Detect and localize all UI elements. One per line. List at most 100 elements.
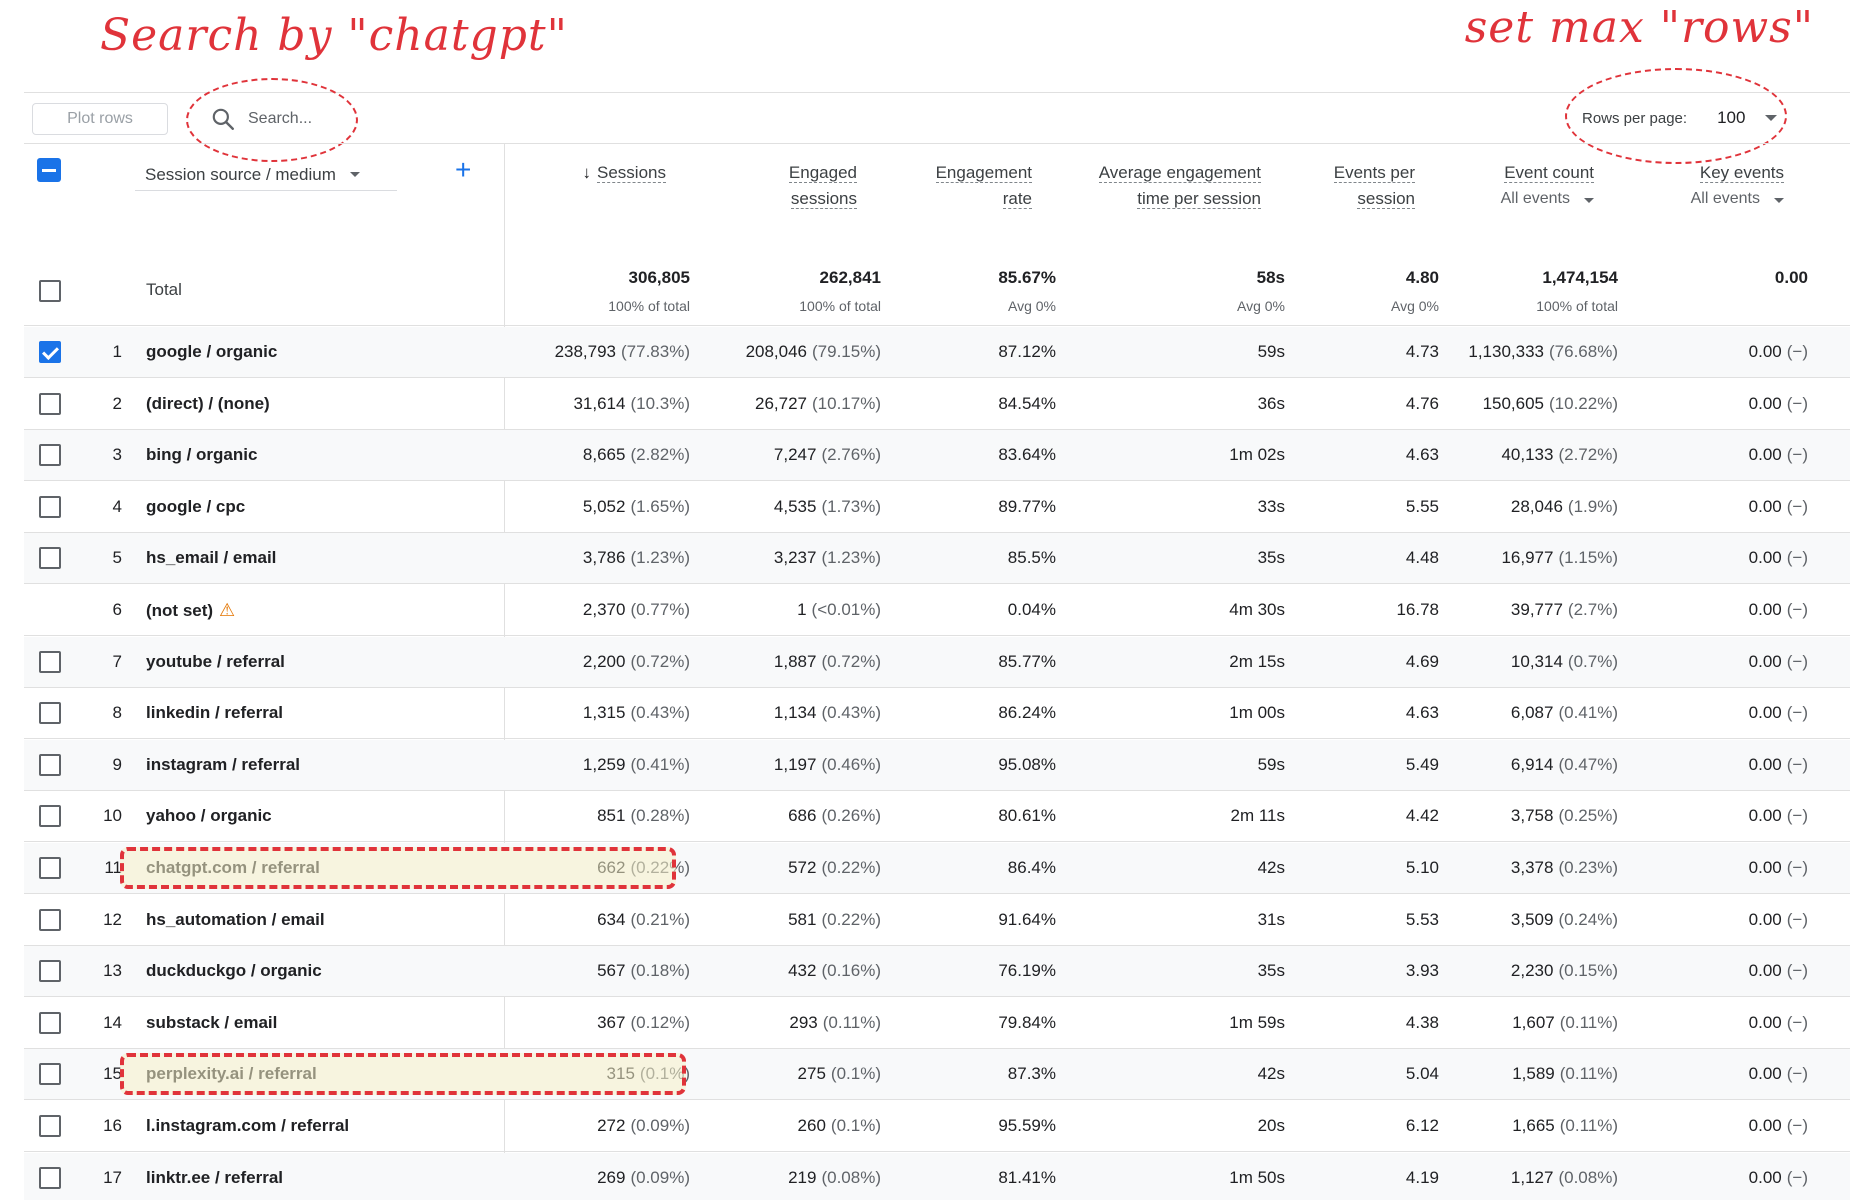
metric-value: 83.64%	[998, 445, 1056, 465]
row-metric-k: 0.00 (−)	[1749, 548, 1808, 568]
table-row[interactable]: 9 instagram / referral 1,259 (0.41%) 1,197 (0…	[24, 739, 1850, 791]
row-metric-eps: 4.63	[1406, 703, 1439, 723]
annotation-highlight-box	[120, 1053, 686, 1096]
dimension-selector[interactable]: Session source / medium	[135, 159, 397, 191]
metric-percent: (−)	[1786, 1116, 1808, 1135]
row-dimension-value[interactable]: hs_automation / email	[146, 910, 325, 930]
metric-value: 269	[597, 1167, 626, 1187]
table-row[interactable]: 4 google / cpc 5,052 (1.65%) 4,535 (1.73%) 89.…	[24, 482, 1850, 533]
plot-rows-button[interactable]: Plot rows	[32, 103, 168, 135]
row-metric-e: 572 (0.22%)	[788, 858, 881, 878]
table-row[interactable]: 6 (not set) ⚠ 2,370 (0.77%) 1 (<0.01%) 0.04% 4m …	[24, 585, 1850, 636]
header-divider	[24, 143, 1850, 144]
row-metric-r: 86.24%	[998, 703, 1056, 723]
warning-icon[interactable]: ⚠	[219, 600, 235, 621]
row-metric-e: 3,237 (1.23%)	[774, 548, 881, 568]
column-header-events-per-session[interactable]: Events per session	[1333, 160, 1415, 212]
annotation-search-ellipse	[186, 78, 358, 162]
table-row[interactable]: 17 linktr.ee / referral 269 (0.09%) 219 (0.08…	[24, 1152, 1850, 1200]
row-checkbox[interactable]	[39, 753, 61, 776]
table-row[interactable]: 13 duckduckgo / organic 567 (0.18%) 432 (0.16…	[24, 946, 1850, 998]
table-row[interactable]: 12 hs_automation / email 634 (0.21%) 581 (0.2…	[24, 895, 1850, 946]
column-header-key-events[interactable]: Key events All events	[1691, 160, 1784, 212]
row-checkbox[interactable]	[39, 495, 61, 518]
row-metric-s: 367 (0.12%)	[597, 1013, 690, 1033]
column-header-engaged-sessions[interactable]: Engaged sessions	[788, 160, 857, 212]
row-index: 14	[103, 1012, 122, 1032]
column-header-engagement-rate[interactable]: Engagement rate	[935, 160, 1032, 212]
metric-value: 1m 02s	[1229, 445, 1285, 465]
column-header-sessions[interactable]: ↓ Sessions	[583, 160, 666, 186]
row-dimension-value[interactable]: l.instagram.com / referral	[146, 1116, 349, 1136]
metric-value: 0.00	[1748, 393, 1782, 413]
row-dimension-value[interactable]: hs_email / email	[146, 548, 276, 568]
row-dimension-value[interactable]: bing / organic	[146, 445, 257, 465]
table-row[interactable]: 1 google / organic 238,793 (77.83%) 208,046(…	[24, 327, 1850, 378]
row-checkbox[interactable]	[39, 1166, 61, 1189]
row-dimension-value[interactable]: duckduckgo / organic	[146, 961, 322, 981]
row-checkbox[interactable]	[39, 650, 61, 673]
metric-value: 0.00	[1748, 1167, 1782, 1187]
totals-checkbox[interactable]	[39, 280, 61, 302]
row-checkbox[interactable]	[39, 702, 61, 725]
table-row[interactable]: 16 l.instagram.com / referral 272 (0.09%) 26…	[24, 1101, 1850, 1152]
metric-value: 5.10	[1405, 858, 1439, 877]
row-checkbox[interactable]	[39, 1063, 61, 1086]
row-metric-ev: 28,046 (1.9%)	[1511, 497, 1618, 517]
table-row[interactable]: 8 linkedin / referral 1,315 (0.43%) 1,134 (0.…	[24, 688, 1850, 740]
row-metric-e: 581 (0.22%)	[788, 910, 881, 930]
metric-value: 1,607	[1512, 1012, 1555, 1032]
row-checkbox[interactable]	[39, 392, 61, 415]
row-metric-k: 0.00 (−)	[1749, 600, 1808, 620]
row-checkbox[interactable]	[39, 857, 61, 879]
metric-percent: (0.22%)	[821, 909, 881, 929]
metric-value: 4,535	[773, 496, 817, 516]
metric-percent: (−)	[1786, 600, 1808, 619]
metric-value: 26,727	[755, 393, 808, 413]
row-dimension-value[interactable]: google / cpc	[146, 497, 245, 517]
row-metric-r: 76.19%	[998, 961, 1056, 981]
select-all-checkbox[interactable]	[37, 158, 61, 182]
metric-value: 81.41%	[998, 1167, 1056, 1187]
row-checkbox[interactable]	[39, 444, 61, 467]
row-checkbox[interactable]	[39, 908, 61, 931]
metric-value: 3,378	[1510, 858, 1554, 877]
row-checkbox[interactable]	[39, 805, 61, 828]
row-dimension-value[interactable]: youtube / referral	[146, 652, 285, 672]
metric-value: 5.49	[1405, 754, 1439, 774]
table-row[interactable]: 2 (direct) / (none) 31,614 (10.3%) 26,727 (10…	[24, 379, 1850, 430]
table-row[interactable]: 10 yahoo / organic 851 (0.28%) 686 (0.26%) 80.…	[24, 791, 1850, 843]
row-checkbox[interactable]	[39, 547, 61, 570]
table-row[interactable]: 5 hs_email / email 3,786 (1.23%) 3,237 (1.23%…	[24, 533, 1850, 585]
column-header-avg-engagement-time[interactable]: Average engagement time per session	[1098, 160, 1261, 212]
row-dimension-value[interactable]: (not set) ⚠	[146, 600, 235, 621]
metric-percent: (−)	[1786, 909, 1808, 929]
metric-value: 5.53	[1405, 909, 1439, 929]
chevron-down-icon[interactable]	[1774, 198, 1784, 203]
row-dimension-value[interactable]: instagram / referral	[146, 755, 300, 775]
row-metric-e: 686 (0.26%)	[788, 806, 881, 826]
row-checkbox[interactable]	[39, 1011, 61, 1034]
row-dimension-value[interactable]: linktr.ee / referral	[146, 1168, 283, 1188]
chevron-down-icon[interactable]	[1584, 198, 1594, 203]
table-row[interactable]: 14 substack / email 367 (0.12%) 293 (0.11%) 79…	[24, 998, 1850, 1049]
metric-value: 1,259	[582, 754, 626, 774]
row-dimension-value[interactable]: linkedin / referral	[146, 703, 283, 723]
row-checkbox[interactable]	[39, 960, 61, 983]
metric-value: 4.76	[1405, 393, 1439, 413]
row-dimension-value[interactable]: substack / email	[146, 1013, 277, 1033]
row-dimension-value[interactable]: yahoo / organic	[146, 806, 272, 826]
column-header-event-count[interactable]: Event count All events	[1501, 160, 1594, 212]
row-dimension-text: (not set)	[146, 601, 214, 620]
row-dimension-value[interactable]: (direct) / (none)	[146, 394, 270, 414]
row-metric-r: 86.4%	[1008, 858, 1056, 878]
table-row[interactable]: 3 bing / organic 8,665 (2.82%) 7,247 (2.76%) 8…	[24, 430, 1850, 482]
row-metric-t: 1m 02s	[1229, 445, 1285, 465]
row-checkbox[interactable]	[39, 341, 61, 363]
table-row[interactable]: 7 youtube / referral 2,200 (0.72%) 1,887 (0.7…	[24, 636, 1850, 688]
row-metric-r: 87.3%	[1008, 1064, 1056, 1084]
row-checkbox[interactable]	[39, 1115, 61, 1137]
add-dimension-button[interactable]: +	[455, 156, 471, 184]
metric-value: 6,087	[1510, 703, 1554, 723]
row-dimension-value[interactable]: google / organic	[146, 342, 277, 362]
